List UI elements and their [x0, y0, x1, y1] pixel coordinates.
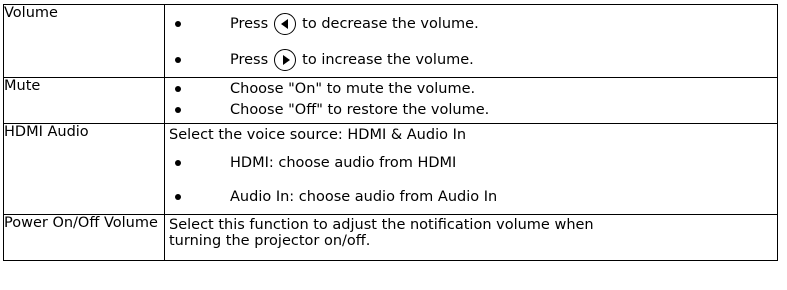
setting-description: Select the voice source: HDMI & Audio In…	[164, 123, 778, 215]
bullet-icon	[175, 159, 181, 166]
setting-name: Mute	[3, 77, 165, 124]
increase-text: to increase the volume.	[302, 52, 474, 68]
list-item: Press to decrease the volume.	[165, 5, 777, 43]
bullet-icon	[175, 106, 181, 113]
table-row: Mute Choose "On" to mute the volume. Cho…	[3, 77, 778, 124]
right-arrow-icon	[274, 49, 297, 71]
list-item: Choose "Off" to restore the volume.	[165, 99, 777, 120]
table-row: Power On/Off Volume Select this function…	[3, 214, 778, 261]
setting-name: Volume	[3, 4, 165, 78]
list-item: HDMI: choose audio from HDMI	[165, 145, 777, 180]
settings-page: Volume Press to decrease the volume. Pres…	[0, 0, 787, 290]
setting-name: Power On/Off Volume	[3, 214, 165, 261]
bullet-icon	[175, 21, 181, 27]
bullet-icon	[175, 85, 181, 92]
press-label: Press	[230, 52, 269, 68]
intro-text: Select the voice source: HDMI & Audio In	[169, 126, 467, 143]
list-item: Choose "On" to mute the volume.	[165, 78, 777, 99]
description-line: Select this function to adjust the notif…	[169, 217, 594, 233]
left-arrow-icon	[274, 13, 297, 35]
setting-description: Press to decrease the volume. Press to inc…	[164, 4, 778, 78]
setting-description: Select this function to adjust the notif…	[164, 214, 778, 261]
bullet-icon	[175, 57, 181, 63]
table-row: Volume Press to decrease the volume. Pres…	[3, 4, 778, 78]
press-label: Press	[230, 16, 269, 32]
list-item: Audio In: choose audio from Audio In	[165, 180, 777, 214]
bullet-icon	[175, 194, 181, 200]
setting-name: HDMI Audio	[3, 123, 165, 215]
list-item: Press to increase the volume.	[165, 43, 777, 77]
settings-table: Volume Press to decrease the volume. Pres…	[3, 4, 778, 261]
table-row: HDMI Audio Select the voice source: HDMI…	[3, 123, 778, 215]
description-line: turning the projector on/off.	[169, 233, 371, 249]
setting-description: Choose "On" to mute the volume. Choose "…	[164, 77, 778, 124]
decrease-text: to decrease the volume.	[302, 16, 479, 32]
